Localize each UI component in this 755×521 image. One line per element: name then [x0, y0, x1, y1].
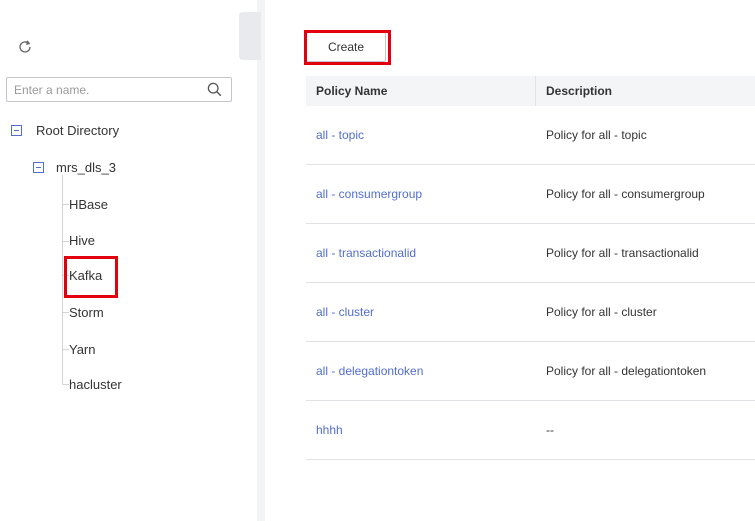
create-highlight-box	[304, 30, 391, 65]
tree-connector-lines	[62, 175, 69, 385]
policy-description: --	[546, 423, 554, 437]
tree-node-cluster-label: mrs_dls_3	[56, 159, 116, 175]
tree-node-cluster[interactable]: mrs_dls_3	[33, 159, 116, 175]
panel-resize-handle[interactable]	[239, 12, 261, 60]
policy-name-link[interactable]: all - delegationtoken	[316, 364, 423, 378]
tree-node-root-label: Root Directory	[36, 122, 120, 138]
policy-table: Policy Name Description all - topic Poli…	[306, 76, 755, 460]
collapse-icon[interactable]	[33, 161, 44, 173]
policy-name-link[interactable]: all - topic	[316, 128, 364, 142]
table-row: hhhh --	[306, 401, 755, 460]
tree-item-yarn[interactable]: Yarn	[69, 342, 96, 357]
policy-description: Policy for all - consumergroup	[546, 187, 705, 201]
collapse-icon[interactable]	[11, 124, 22, 136]
policy-name-link[interactable]: all - transactionalid	[316, 246, 416, 260]
policy-description: Policy for all - topic	[546, 128, 647, 142]
tree-item-hacluster[interactable]: hacluster	[69, 377, 122, 392]
tree-item-storm[interactable]: Storm	[69, 305, 104, 320]
column-header-policy-name: Policy Name	[306, 76, 536, 106]
table-row: all - transactionalid Policy for all - t…	[306, 224, 755, 283]
table-row: all - delegationtoken Policy for all - d…	[306, 342, 755, 401]
table-row: all - cluster Policy for all - cluster	[306, 283, 755, 342]
column-header-description: Description	[546, 84, 613, 98]
directory-tree-panel: Root Directory mrs_dls_3 HBase Hive Kafk…	[0, 0, 245, 521]
policy-description: Policy for all - delegationtoken	[546, 364, 707, 378]
tree-item-hive[interactable]: Hive	[69, 233, 95, 248]
panel-divider	[257, 0, 265, 521]
table-row: all - consumergroup Policy for all - con…	[306, 165, 755, 224]
policy-name-link[interactable]: all - consumergroup	[316, 187, 422, 201]
policy-name-link[interactable]: all - cluster	[316, 305, 374, 319]
kafka-highlight-box	[64, 256, 118, 298]
table-header: Policy Name Description	[306, 76, 755, 106]
policy-description: Policy for all - cluster	[546, 305, 657, 319]
policy-description: Policy for all - transactionalid	[546, 246, 699, 260]
policy-name-link[interactable]: hhhh	[316, 423, 343, 437]
table-row: all - topic Policy for all - topic	[306, 106, 755, 165]
tree-item-hbase[interactable]: HBase	[69, 197, 108, 212]
tree-node-root[interactable]: Root Directory	[11, 122, 119, 138]
